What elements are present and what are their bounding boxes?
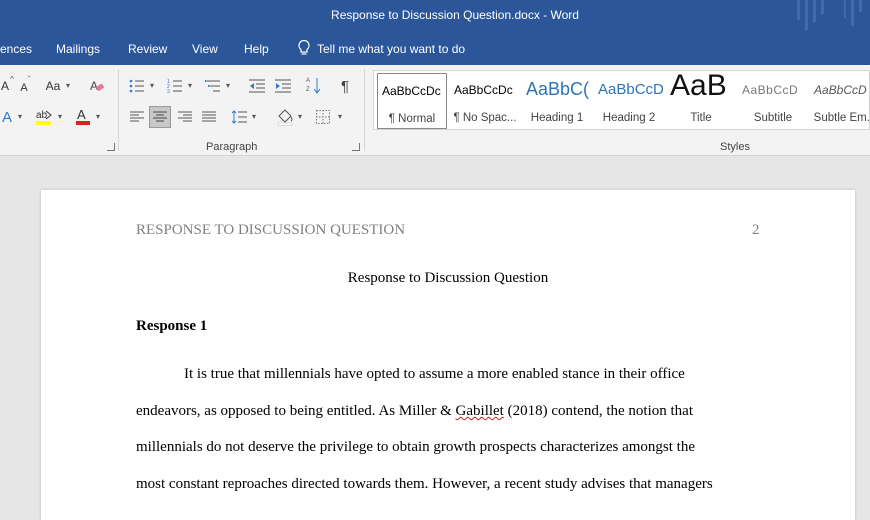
align-left-icon[interactable] <box>128 106 146 128</box>
change-case-button[interactable]: Aa <box>42 75 64 97</box>
styles-gallery: AaBbCcDc ¶ Normal AaBbCcDc ¶ No Spac... … <box>373 70 870 130</box>
spelling-error[interactable]: Gabillet <box>456 403 504 419</box>
paragraph-dialog-launcher[interactable] <box>352 143 360 151</box>
tab-mailings[interactable]: Mailings <box>56 42 100 56</box>
bullets-icon[interactable] <box>128 75 146 97</box>
tab-help[interactable]: Help <box>244 42 269 56</box>
title-bar-pattern <box>795 0 870 33</box>
style-title[interactable]: AaB Title <box>666 73 736 129</box>
styles-group-label: Styles <box>720 141 750 153</box>
sort-icon[interactable]: AZ <box>306 74 322 96</box>
highlight-color-icon[interactable]: ab <box>34 106 54 128</box>
tell-me-search[interactable]: Tell me what you want to do <box>317 42 465 56</box>
font-color-icon[interactable]: A <box>74 106 92 128</box>
running-head: RESPONSE TO DISCUSSION QUESTION <box>136 222 406 238</box>
style-heading-1[interactable]: AaBbC( Heading 1 <box>522 73 592 129</box>
svg-text:Z: Z <box>306 87 310 93</box>
tab-review[interactable]: Review <box>128 42 167 56</box>
body-line-1: It is true that millennials have opted t… <box>184 366 685 382</box>
decrease-indent-icon[interactable] <box>248 75 266 97</box>
shading-icon[interactable] <box>276 106 294 128</box>
borders-icon[interactable] <box>314 106 332 128</box>
align-right-icon[interactable] <box>176 106 194 128</box>
window-title: Response to Discussion Question.docx - W… <box>331 8 579 22</box>
style-normal[interactable]: AaBbCcDc ¶ Normal <box>377 73 447 129</box>
svg-text:A: A <box>77 107 86 122</box>
document-title: Response to Discussion Question <box>347 270 549 286</box>
ribbon-tabs: ences Mailings Review View Help Tell me … <box>0 33 870 65</box>
body-line-4: most constant reproaches directed toward… <box>136 476 713 492</box>
style-heading-2[interactable]: AaBbCcD Heading 2 <box>594 73 664 129</box>
svg-text:3: 3 <box>167 89 170 93</box>
line-spacing-icon[interactable] <box>230 106 248 128</box>
title-bar: Response to Discussion Question.docx - W… <box>0 0 870 33</box>
ribbon: A ^ A ˇ Aa ▾ A A ▾ ab ▾ A ▾ ▾ 123 ▾ ▾ AZ… <box>0 65 870 156</box>
grow-font-icon[interactable]: A <box>0 75 10 97</box>
text-effects-button[interactable]: A <box>0 106 14 128</box>
svg-text:A: A <box>306 78 310 84</box>
tab-references[interactable]: ences <box>0 42 32 56</box>
show-formatting-icon[interactable]: ¶ <box>336 75 354 97</box>
multilevel-list-icon[interactable] <box>204 75 222 97</box>
font-dialog-launcher[interactable] <box>107 143 115 151</box>
style-no-spacing[interactable]: AaBbCcDc ¶ No Spac... <box>450 73 520 129</box>
numbering-icon[interactable]: 123 <box>166 75 184 97</box>
page-number: 2 <box>752 222 760 238</box>
section-heading: Response 1 <box>136 318 208 334</box>
document-page[interactable]: RESPONSE TO DISCUSSION QUESTION 2 Respon… <box>41 190 855 520</box>
svg-text:ab: ab <box>36 110 48 121</box>
align-center-icon[interactable] <box>149 106 171 128</box>
clear-formatting-icon[interactable]: A <box>88 75 106 97</box>
justify-icon[interactable] <box>200 106 218 128</box>
svg-text:A: A <box>90 79 98 93</box>
text-effects-icon[interactable] <box>0 171 12 193</box>
lightbulb-icon[interactable] <box>297 39 311 60</box>
tab-view[interactable]: View <box>192 42 218 56</box>
increase-indent-icon[interactable] <box>274 75 292 97</box>
body-line-2: endeavors, as opposed to being entitled.… <box>136 403 693 419</box>
paragraph-group-label: Paragraph <box>206 141 258 153</box>
body-line-3: millennials do not deserve the privilege… <box>136 439 695 455</box>
style-subtitle[interactable]: AaBbCcD Subtitle <box>738 73 808 129</box>
style-subtle-emphasis[interactable]: AaBbCcD Subtle Em... <box>810 73 870 129</box>
